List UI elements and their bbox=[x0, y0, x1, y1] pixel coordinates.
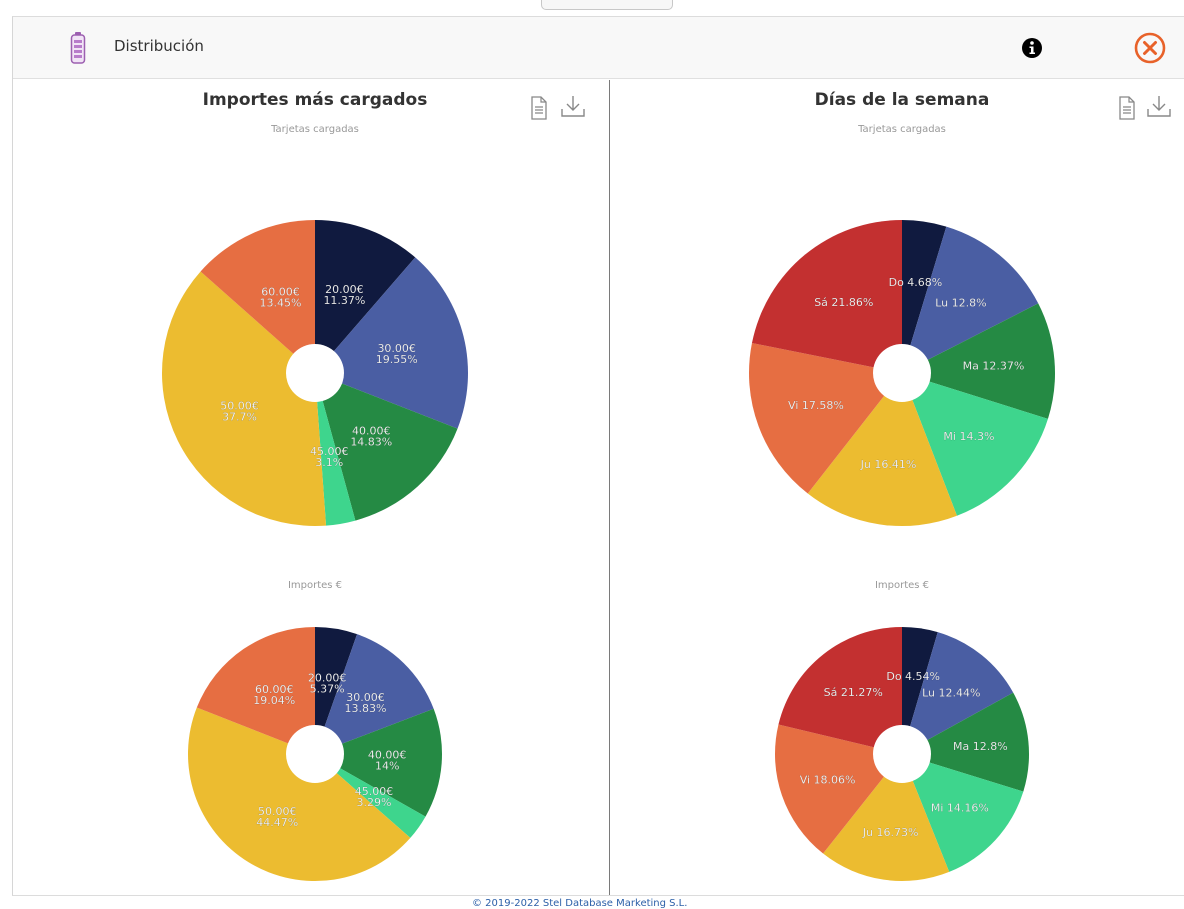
slice-data-label-1: Lu 12.44% bbox=[922, 687, 980, 700]
footer-copyright: © 2019-2022 Stel Database Marketing S.L. bbox=[472, 898, 688, 909]
pie-chart-dias-euros: Do 4.54% Lu 12.44% Ma 12.8% Mi 14.16% Ju 16.… bbox=[775, 627, 1029, 881]
slice-data-label-4: Ju 16.73% bbox=[862, 826, 919, 839]
slice-data-label-3: Mi 14.16% bbox=[931, 801, 989, 814]
slice-data-label-0: Do 4.54% bbox=[886, 670, 940, 683]
pie-center-hole bbox=[873, 725, 931, 783]
slice-data-label-2: Ma 12.8% bbox=[953, 740, 1008, 753]
slice-data-label-5: Vi 18.06% bbox=[800, 774, 856, 787]
slice-data-label-6: Sá 21.27% bbox=[824, 686, 883, 699]
